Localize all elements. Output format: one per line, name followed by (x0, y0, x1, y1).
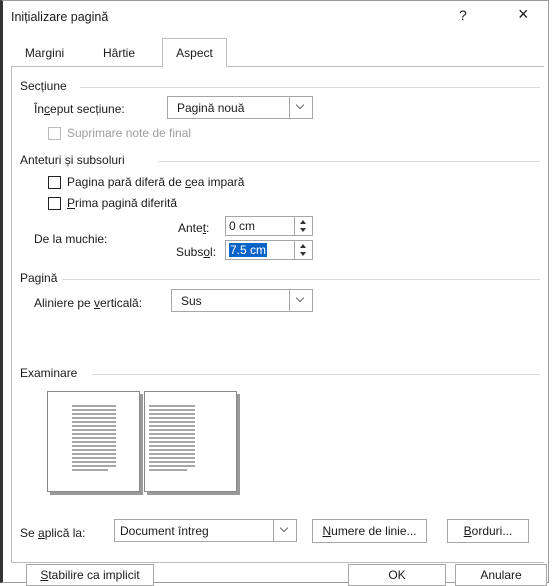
help-icon[interactable]: ? (459, 7, 467, 23)
tab-label: Margini (24, 46, 65, 60)
preview-left-page (47, 391, 140, 492)
section-heading: Secțiune (20, 79, 67, 93)
chevron-down-icon[interactable] (289, 290, 312, 311)
header-distance-value: 0 cm (229, 219, 256, 233)
tab-label: Aspect (176, 46, 213, 60)
suppress-endnotes-checkbox[interactable] (48, 127, 61, 140)
apply-to-value: Document întreg (120, 524, 209, 538)
odd-even-checkbox[interactable] (48, 176, 61, 189)
tab-hartie[interactable]: Hârtie (91, 42, 147, 66)
footer-distance-spinner[interactable]: 7.5 cm (225, 240, 313, 260)
tab-aspect[interactable]: Aspect (162, 38, 227, 67)
valign-value: Sus (181, 294, 202, 308)
divider (80, 87, 540, 88)
valign-label: Aliniere pe verticală: (34, 296, 143, 310)
divider (158, 161, 540, 162)
preview-right-page (144, 391, 237, 492)
preview-pages (47, 391, 240, 495)
suppress-endnotes-label: Suprimare note de final (67, 126, 192, 140)
section-start-label: Început secțiune: (34, 102, 125, 116)
headers-heading: Anteturi și subsoluri (20, 153, 125, 167)
spin-arrows-icon[interactable] (294, 217, 312, 235)
apply-to-select[interactable]: Document întreg (114, 519, 297, 542)
section-start-select[interactable]: Pagină nouă (167, 96, 313, 119)
from-edge-label: De la muchie: (34, 232, 108, 246)
tab-label: Hârtie (102, 46, 135, 60)
footer-distance-label: Subsol: (176, 245, 217, 259)
footer-distance-value: 7.5 cm (229, 243, 268, 257)
header-distance-spinner[interactable]: 0 cm (225, 216, 313, 236)
borders-button[interactable]: Borduri... (447, 519, 529, 543)
ok-button[interactable]: OK (348, 564, 446, 586)
chevron-down-icon[interactable] (289, 97, 312, 118)
odd-even-label: Pagina pară diferă de cea impară (67, 175, 245, 189)
first-page-checkbox[interactable] (48, 197, 61, 210)
first-page-label: Prima pagină diferită (67, 196, 178, 210)
apply-to-label: Se aplică la: (20, 526, 86, 540)
page-heading: Pagină (20, 271, 58, 285)
set-default-button[interactable]: Stabilire ca implicit (26, 564, 154, 586)
divider (92, 374, 540, 375)
preview-heading: Examinare (20, 366, 78, 380)
spin-arrows-icon[interactable] (294, 241, 312, 259)
title-bar[interactable]: Inițializare pagină ? × (3, 1, 548, 31)
tab-margini[interactable]: Margini (17, 42, 72, 66)
divider (62, 279, 540, 280)
cancel-button[interactable]: Anulare (455, 564, 547, 586)
header-distance-label: Antet: (178, 221, 210, 235)
valign-select[interactable]: Sus (171, 289, 313, 312)
dialog-title: Inițializare pagină (11, 10, 109, 24)
line-numbers-button[interactable]: Numere de linie... (312, 519, 427, 543)
chevron-down-icon[interactable] (273, 520, 296, 541)
section-start-value: Pagină nouă (177, 101, 245, 115)
close-icon[interactable]: × (518, 4, 529, 25)
